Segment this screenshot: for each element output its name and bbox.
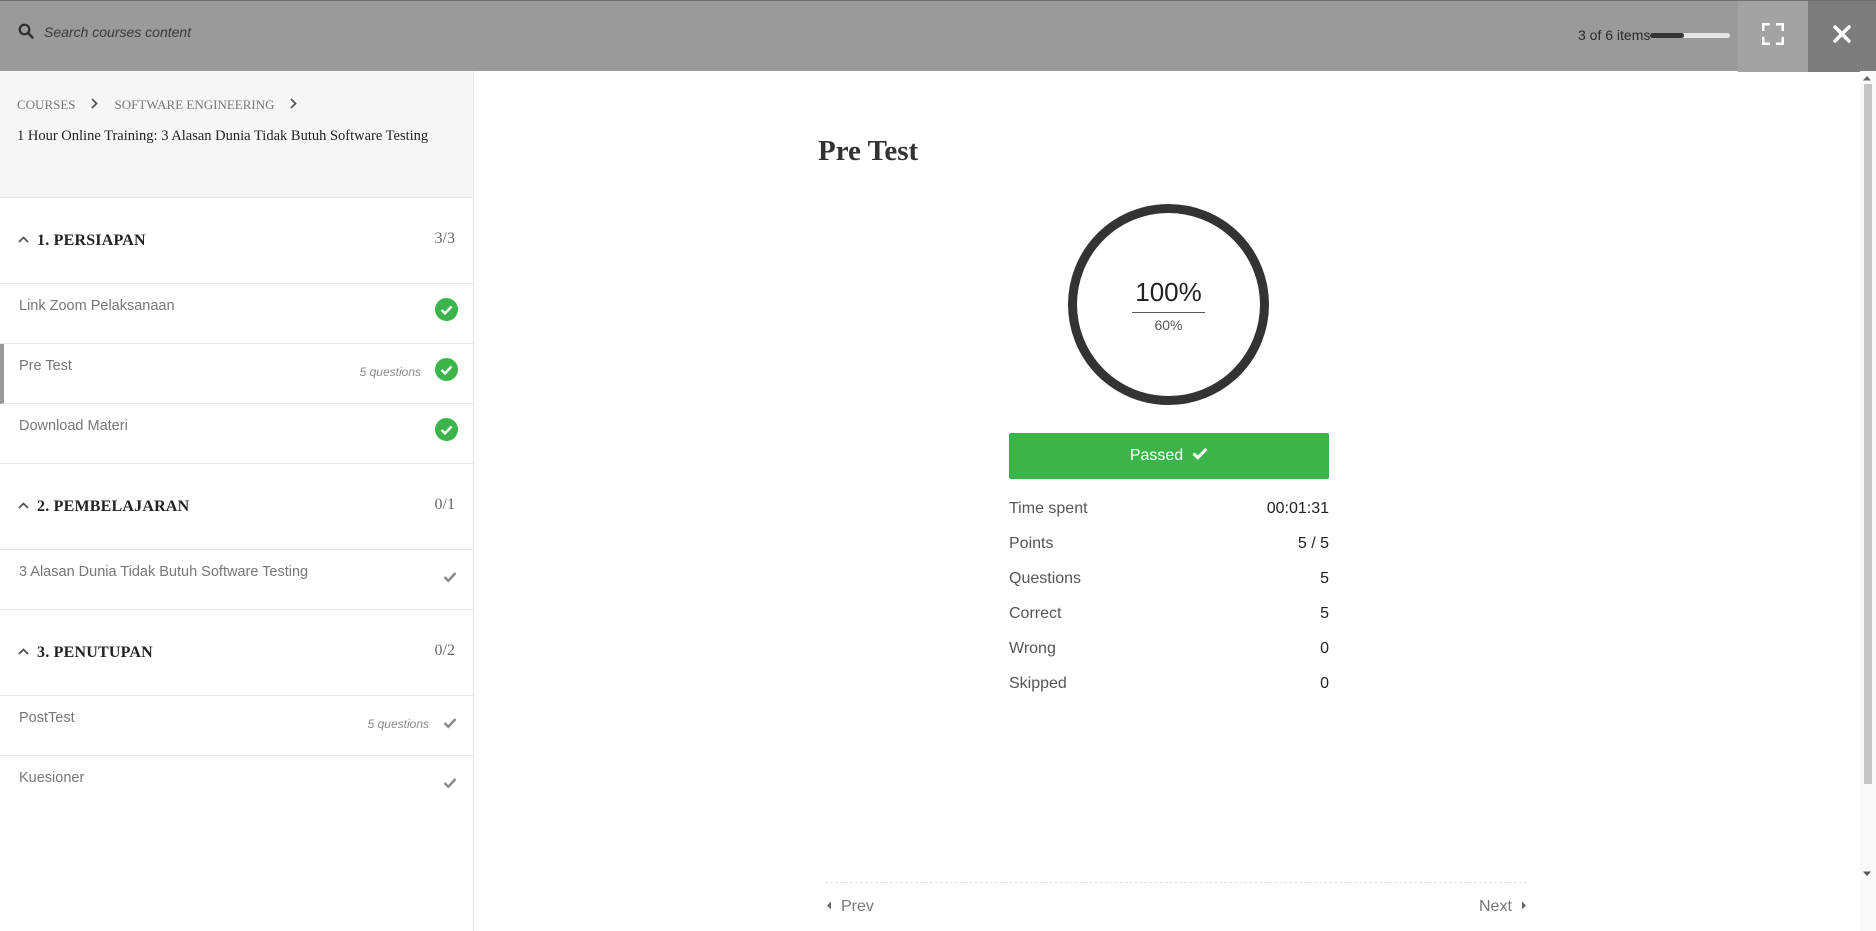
stat-row-questions: Questions 5 [1009, 561, 1329, 596]
stat-label: Skipped [1009, 674, 1067, 692]
stat-label: Time spent [1009, 499, 1088, 517]
lesson-item-download-materi[interactable]: Download Materi [0, 404, 473, 464]
scroll-up-icon[interactable] [1862, 73, 1872, 83]
lesson-item-link-zoom[interactable]: Link Zoom Pelaksanaan [0, 284, 473, 344]
lesson-item-3-alasan[interactable]: 3 Alasan Dunia Tidak Butuh Software Test… [0, 550, 473, 610]
lesson-item-posttest[interactable]: PostTest 5 questions [0, 696, 473, 756]
stat-label: Wrong [1009, 639, 1056, 657]
caret-right-icon [1521, 901, 1527, 913]
section-header-persiapan[interactable]: 1. PERSIAPAN 3/3 [0, 198, 473, 284]
progress-text: 3 of 6 items [1578, 27, 1651, 43]
lesson-label: Download Materi [19, 418, 128, 434]
result-percent: 100% [1135, 277, 1202, 307]
section-header-penutupan[interactable]: 3. PENUTUPAN 0/2 [0, 610, 473, 696]
check-icon [1183, 447, 1208, 465]
result-stats: Time spent 00:01:31 Points 5 / 5 Questio… [1009, 491, 1329, 701]
nav-divider [825, 882, 1527, 883]
chevron-up-icon [18, 231, 29, 246]
next-label: Next [1479, 898, 1512, 915]
section-count: 3/3 [434, 230, 455, 247]
lesson-label: PostTest [19, 710, 75, 726]
stat-row-skipped: Skipped 0 [1009, 666, 1329, 701]
stat-label: Questions [1009, 569, 1082, 587]
lesson-label: Pre Test [19, 358, 72, 374]
check-circle-icon [435, 418, 458, 441]
chevron-right-icon [289, 97, 297, 113]
section-count: 0/1 [434, 496, 455, 513]
check-circle-icon [435, 358, 458, 381]
scrollbar-thumb[interactable] [1864, 84, 1872, 784]
progress-bar [1650, 32, 1731, 38]
top-bar: Search courses content 3 of 6 items [0, 0, 1876, 72]
caret-left-icon [826, 901, 832, 913]
section-title: 1. PERSIAPAN [37, 231, 146, 249]
lesson-label: 3 Alasan Dunia Tidak Butuh Software Test… [19, 564, 309, 580]
stat-value: 0 [1320, 674, 1329, 692]
course-sidebar: COURSES SOFTWARE ENGINEERING 1 Hour Onli… [0, 71, 474, 931]
breadcrumb-category[interactable]: SOFTWARE ENGINEERING [115, 97, 275, 113]
fullscreen-button[interactable] [1738, 1, 1808, 72]
stat-value: 0 [1320, 639, 1329, 657]
prev-label: Prev [841, 898, 874, 915]
section-count: 0/2 [434, 642, 455, 659]
stat-label: Correct [1009, 604, 1062, 622]
stat-value: 5 / 5 [1297, 534, 1329, 552]
section-title: 3. PENUTUPAN [37, 643, 153, 661]
stat-row-correct: Correct 5 [1009, 596, 1329, 631]
page-title: Pre Test [818, 135, 919, 167]
stat-label: Points [1009, 534, 1054, 552]
quiz-result-panel: Pre Test 100% 60% Passed Time spent 00:0… [475, 71, 1860, 931]
check-icon [443, 716, 459, 730]
chevron-up-icon [18, 643, 29, 658]
stat-row-wrong: Wrong 0 [1009, 631, 1329, 666]
fullscreen-icon [1761, 22, 1785, 50]
passed-badge: Passed [1009, 433, 1329, 479]
check-icon [443, 776, 459, 790]
prev-button[interactable]: Prev [826, 898, 874, 916]
section-title: 2. PEMBELAJARAN [37, 497, 190, 515]
close-button[interactable] [1808, 1, 1876, 72]
lesson-item-kuesioner[interactable]: Kuesioner [0, 756, 473, 816]
breadcrumb: COURSES SOFTWARE ENGINEERING [17, 97, 456, 113]
stat-value: 5 [1320, 569, 1329, 587]
close-icon [1832, 24, 1852, 49]
chevron-right-icon [90, 97, 98, 113]
passing-percent: 60% [1154, 317, 1183, 333]
scroll-down-icon[interactable] [1862, 869, 1872, 879]
check-icon [443, 570, 459, 584]
check-circle-icon [435, 298, 458, 321]
course-search[interactable]: Search courses content [18, 23, 191, 41]
result-circle: 100% 60% [1068, 204, 1269, 405]
breadcrumb-courses[interactable]: COURSES [17, 97, 76, 113]
progress-bar-fill [1650, 32, 1684, 38]
stat-row-points: Points 5 / 5 [1009, 526, 1329, 561]
status-label: Passed [1129, 447, 1184, 464]
search-input[interactable]: Search courses content [44, 24, 191, 40]
question-count: 5 questions [367, 717, 429, 731]
section-header-pembelajaran[interactable]: 2. PEMBELAJARAN 0/1 [0, 464, 473, 550]
stat-value: 00:01:31 [1266, 499, 1329, 517]
lesson-label: Kuesioner [19, 770, 85, 786]
chevron-up-icon [18, 497, 29, 512]
course-title: 1 Hour Online Training: 3 Alasan Dunia T… [17, 128, 429, 144]
course-progress: 3 of 6 items [1578, 27, 1731, 43]
lesson-item-pre-test[interactable]: Pre Test 5 questions [0, 344, 473, 404]
question-count: 5 questions [359, 365, 421, 379]
divider [1132, 312, 1205, 313]
stat-row-time-spent: Time spent 00:01:31 [1009, 491, 1329, 526]
lesson-label: Link Zoom Pelaksanaan [19, 298, 175, 314]
next-button[interactable]: Next [1479, 898, 1527, 916]
search-icon [18, 23, 36, 41]
stat-value: 5 [1320, 604, 1329, 622]
course-header: COURSES SOFTWARE ENGINEERING 1 Hour Onli… [0, 71, 473, 198]
